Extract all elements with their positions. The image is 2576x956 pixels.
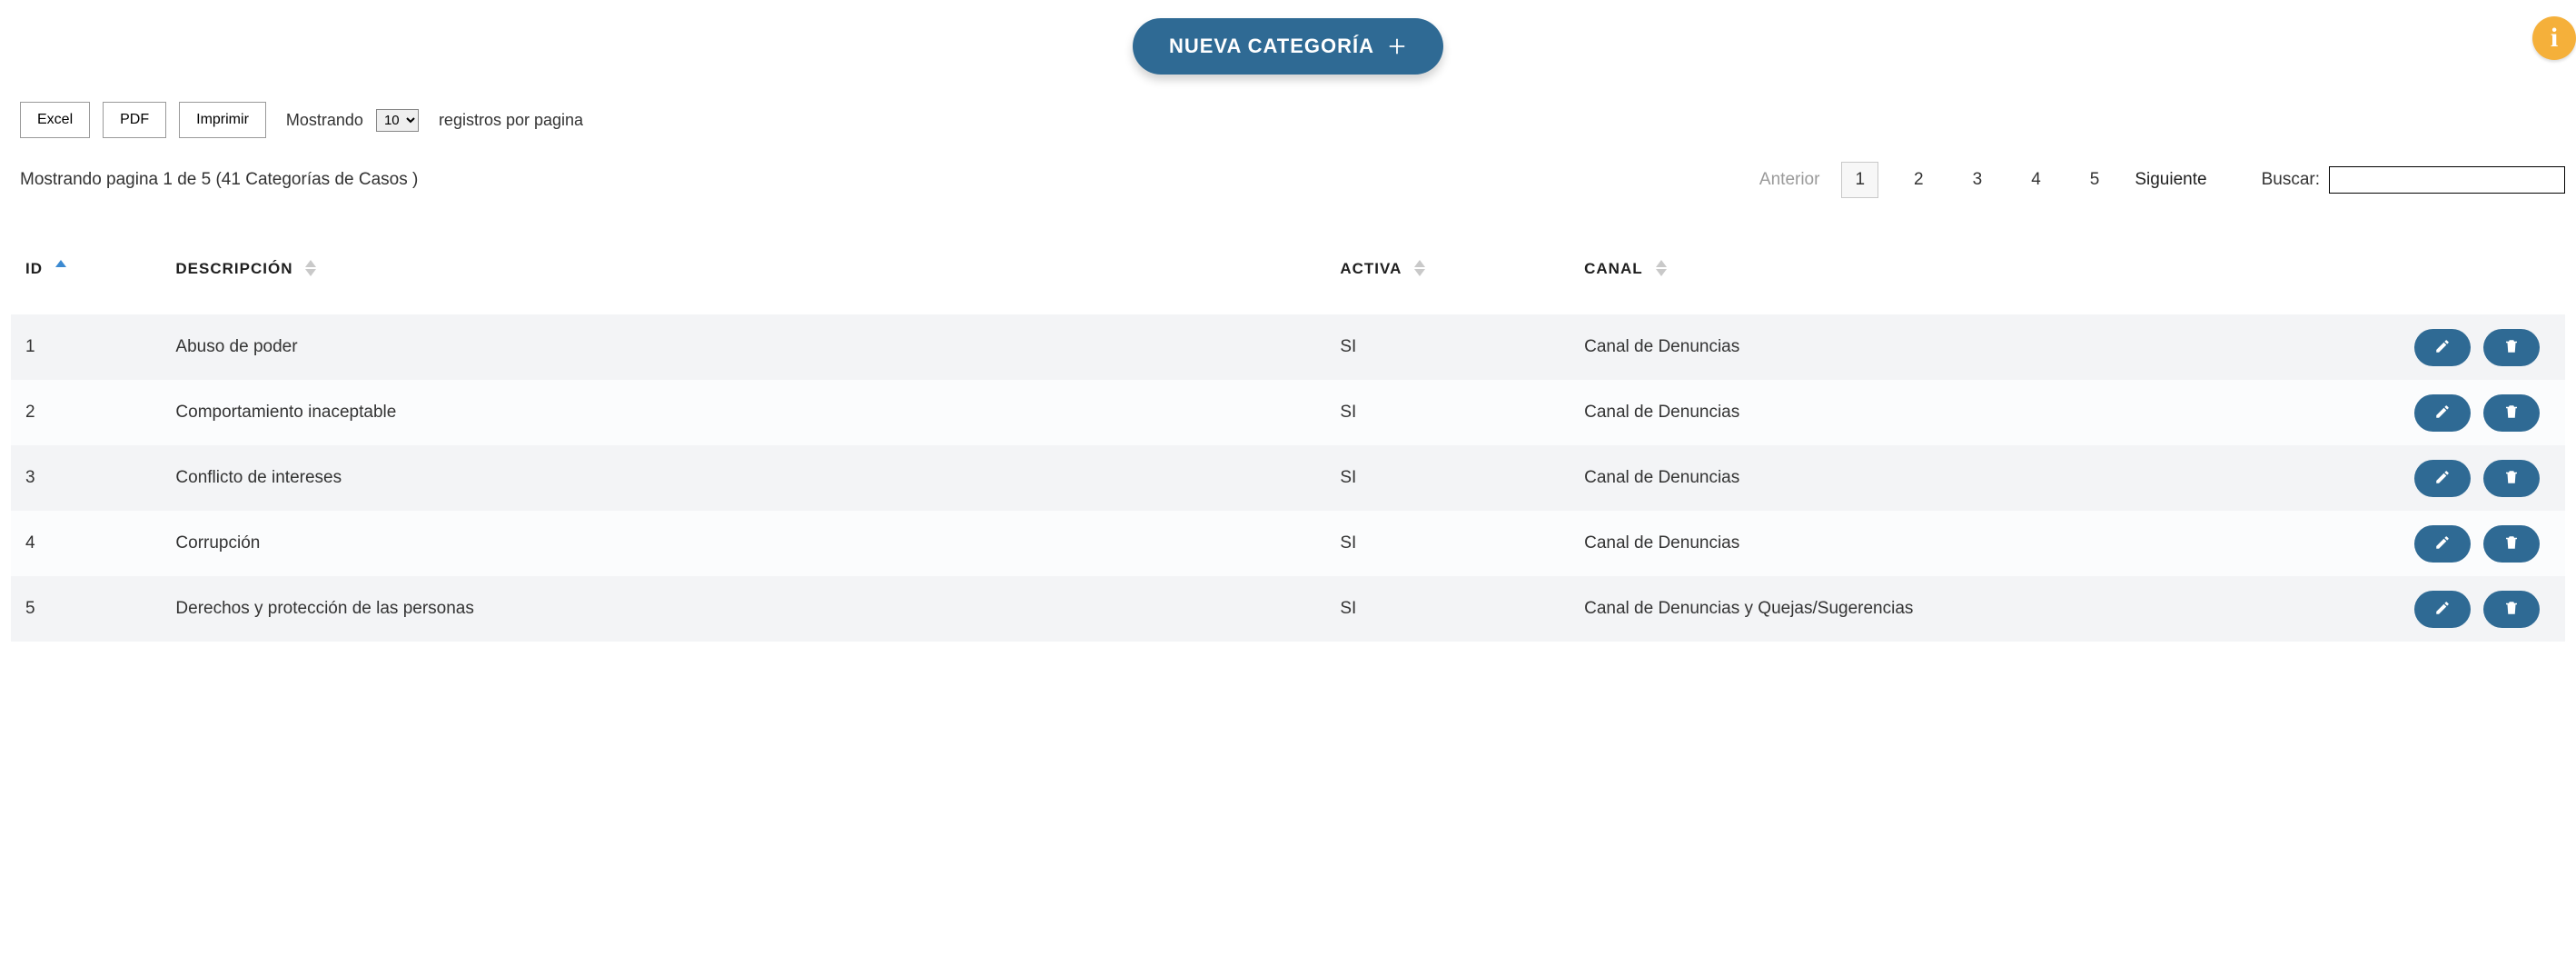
delete-button[interactable] — [2483, 525, 2540, 563]
table-row: 4CorrupciónSICanal de Denuncias — [11, 511, 2565, 576]
pencil-icon — [2434, 338, 2451, 357]
th-channel[interactable]: CANAL — [1570, 240, 2284, 314]
plus-icon — [1387, 36, 1407, 56]
trash-icon — [2503, 600, 2520, 619]
pagination-page-4[interactable]: 4 — [2017, 162, 2055, 198]
pencil-icon — [2434, 403, 2451, 423]
edit-button[interactable] — [2414, 460, 2471, 497]
cell-actions — [2284, 445, 2565, 511]
pagination-page-5[interactable]: 5 — [2076, 162, 2114, 198]
th-description-label: DESCRIPCIÓN — [175, 260, 292, 277]
cell-id: 3 — [11, 445, 161, 511]
export-toolbar: Excel PDF Imprimir Mostrando 10 registro… — [0, 102, 2576, 138]
cell-active: SI — [1325, 445, 1570, 511]
cell-active: SI — [1325, 380, 1570, 445]
cell-actions — [2284, 576, 2565, 642]
sort-icon-description — [305, 260, 316, 276]
table-body: 1Abuso de poderSICanal de Denuncias2Comp… — [11, 314, 2565, 642]
cell-description: Derechos y protección de las personas — [161, 576, 1325, 642]
info-icon[interactable]: i — [2532, 16, 2576, 60]
pencil-icon — [2434, 534, 2451, 553]
cell-description: Conflicto de intereses — [161, 445, 1325, 511]
delete-button[interactable] — [2483, 591, 2540, 628]
cell-active: SI — [1325, 511, 1570, 576]
per-page-select[interactable]: 10 — [376, 109, 419, 132]
sort-icon-active — [1414, 260, 1425, 276]
delete-button[interactable] — [2483, 394, 2540, 432]
cell-channel: Canal de Denuncias — [1570, 445, 2284, 511]
header-row: NUEVA CATEGORÍA — [0, 0, 2576, 102]
table-row: 3Conflicto de interesesSICanal de Denunc… — [11, 445, 2565, 511]
info-icon-glyph: i — [2551, 23, 2558, 54]
cell-description: Abuso de poder — [161, 314, 1325, 380]
th-active-label: ACTIVA — [1340, 260, 1402, 277]
trash-icon — [2503, 469, 2520, 488]
cell-channel: Canal de Denuncias y Quejas/Sugerencias — [1570, 576, 2284, 642]
cell-id: 2 — [11, 380, 161, 445]
th-id[interactable]: ID — [11, 240, 161, 314]
print-button[interactable]: Imprimir — [179, 102, 266, 138]
cell-actions — [2284, 380, 2565, 445]
search-input[interactable] — [2329, 166, 2565, 194]
th-description[interactable]: DESCRIPCIÓN — [161, 240, 1325, 314]
cell-description: Corrupción — [161, 511, 1325, 576]
cell-actions — [2284, 314, 2565, 380]
th-actions — [2284, 240, 2565, 314]
cell-active: SI — [1325, 314, 1570, 380]
sort-icon-channel — [1656, 260, 1667, 276]
edit-button[interactable] — [2414, 525, 2471, 563]
th-id-label: ID — [25, 260, 43, 277]
trash-icon — [2503, 534, 2520, 553]
th-active[interactable]: ACTIVA — [1325, 240, 1570, 314]
status-row: Mostrando pagina 1 de 5 (41 Categorías d… — [0, 138, 2576, 204]
cell-actions — [2284, 511, 2565, 576]
export-excel-button[interactable]: Excel — [20, 102, 90, 138]
page-status-text: Mostrando pagina 1 de 5 (41 Categorías d… — [20, 170, 418, 190]
showing-prefix: Mostrando — [286, 111, 363, 130]
cell-id: 1 — [11, 314, 161, 380]
pagination-next[interactable]: Siguiente — [2135, 170, 2206, 190]
cell-description: Comportamiento inaceptable — [161, 380, 1325, 445]
pagination: Anterior 1 2 3 4 5 Siguiente — [1759, 162, 2207, 198]
trash-icon — [2503, 403, 2520, 423]
new-category-label: NUEVA CATEGORÍA — [1169, 35, 1374, 58]
delete-button[interactable] — [2483, 329, 2540, 366]
search-label: Buscar: — [2262, 170, 2320, 190]
pagination-prev[interactable]: Anterior — [1759, 170, 1820, 190]
categories-table: ID DESCRIPCIÓN ACTIVA — [11, 240, 2565, 642]
pagination-page-3[interactable]: 3 — [1959, 162, 1996, 198]
search-group: Buscar: — [2262, 166, 2565, 194]
cell-id: 4 — [11, 511, 161, 576]
pagination-page-1[interactable]: 1 — [1841, 162, 1878, 198]
edit-button[interactable] — [2414, 394, 2471, 432]
table-row: 1Abuso de poderSICanal de Denuncias — [11, 314, 2565, 380]
new-category-button[interactable]: NUEVA CATEGORÍA — [1133, 18, 1443, 75]
sort-icon-id — [55, 260, 66, 267]
table-row: 5Derechos y protección de las personasSI… — [11, 576, 2565, 642]
edit-button[interactable] — [2414, 591, 2471, 628]
cell-active: SI — [1325, 576, 1570, 642]
export-pdf-button[interactable]: PDF — [103, 102, 166, 138]
th-channel-label: CANAL — [1584, 260, 1643, 277]
cell-id: 5 — [11, 576, 161, 642]
page-root: i NUEVA CATEGORÍA Excel PDF Imprimir Mos… — [0, 0, 2576, 642]
table-row: 2Comportamiento inaceptableSICanal de De… — [11, 380, 2565, 445]
cell-channel: Canal de Denuncias — [1570, 314, 2284, 380]
pencil-icon — [2434, 600, 2451, 619]
table-head: ID DESCRIPCIÓN ACTIVA — [11, 240, 2565, 314]
pencil-icon — [2434, 469, 2451, 488]
edit-button[interactable] — [2414, 329, 2471, 366]
cell-channel: Canal de Denuncias — [1570, 380, 2284, 445]
cell-channel: Canal de Denuncias — [1570, 511, 2284, 576]
pagination-page-2[interactable]: 2 — [1900, 162, 1937, 198]
trash-icon — [2503, 338, 2520, 357]
showing-suffix: registros por pagina — [439, 111, 583, 130]
delete-button[interactable] — [2483, 460, 2540, 497]
